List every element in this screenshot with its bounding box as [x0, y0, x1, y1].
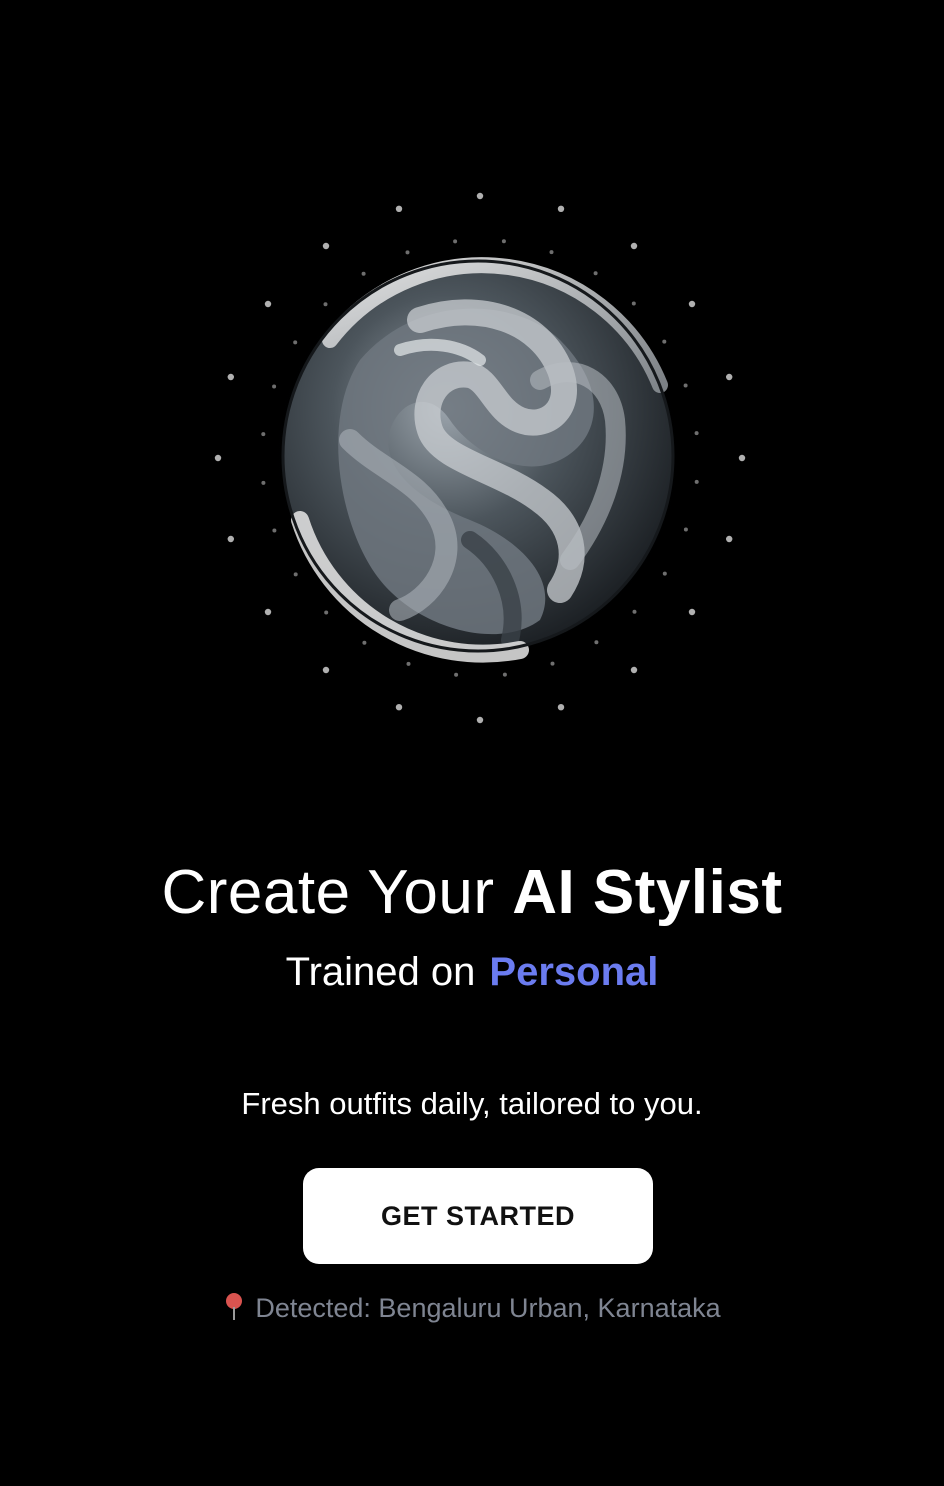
orbit-dot [688, 300, 696, 308]
orbit-dot [322, 242, 330, 250]
orbit-dot [227, 373, 234, 381]
location-text: Detected: Bengaluru Urban, Karnataka [255, 1293, 721, 1323]
subtitle-highlight: Personal [489, 950, 659, 994]
subtitle-prefix: Trained on [285, 950, 476, 994]
orbit-dot [264, 608, 272, 616]
tagline: Fresh outfits daily, tailored to you. [241, 1086, 703, 1121]
orbit-dot [214, 454, 222, 462]
hero-illustration [0, 0, 944, 780]
orbit-dot [227, 535, 234, 543]
orbit-dot [476, 716, 484, 724]
orbit-dot [557, 704, 565, 711]
orbit-dot [630, 666, 638, 674]
orbit-dot [322, 666, 330, 674]
orbit-dot [395, 704, 403, 711]
orbit-dot [726, 535, 733, 543]
title-prefix: Create Your [161, 858, 495, 927]
orbit-dot [726, 373, 733, 381]
map-pin-icon [223, 1291, 245, 1321]
orbit-dot [476, 192, 484, 200]
page-subtitle: Trained on Personal [0, 948, 944, 996]
orbit-dot [630, 242, 638, 250]
location-status: Detected: Bengaluru Urban, Karnataka [0, 1290, 944, 1326]
orbit-dot [688, 608, 696, 616]
orbit-dot [738, 454, 746, 462]
page-title: Create Your AI Stylist [0, 858, 944, 928]
get-started-button[interactable]: GET STARTED [303, 1168, 653, 1264]
orbit-dot [395, 205, 403, 212]
orb-graphic [214, 192, 746, 724]
title-emphasis: AI Stylist [512, 858, 783, 927]
orbit-dot [264, 300, 272, 308]
orbit-dot [557, 205, 565, 212]
